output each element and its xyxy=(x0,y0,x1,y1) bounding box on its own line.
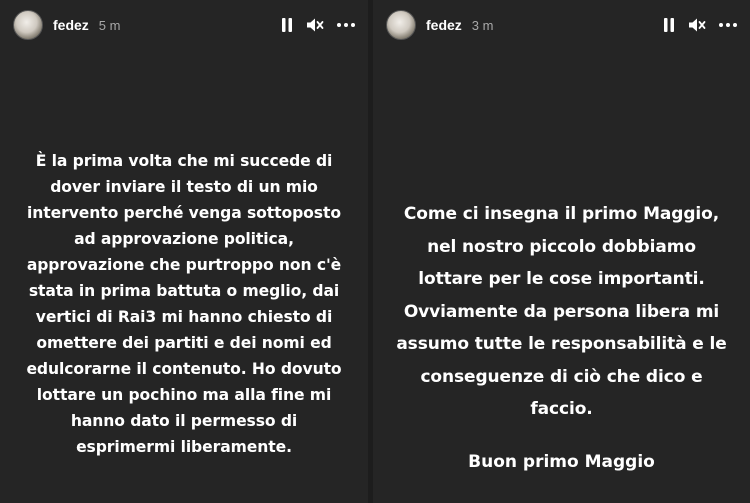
avatar[interactable] xyxy=(386,10,416,40)
story-text-line: approvazione che purtroppo non c'è xyxy=(26,256,342,274)
story-text: Come ci insegna il primo Maggio, nel nos… xyxy=(373,198,750,426)
username[interactable]: fedez xyxy=(53,17,89,33)
story-text-line: ad approvazione politica, xyxy=(74,230,294,248)
story-text-line: hanno dato il permesso di xyxy=(70,412,298,430)
story-text-line: esprimermi liberamente. xyxy=(76,438,292,456)
story-controls xyxy=(662,17,738,33)
pause-icon[interactable] xyxy=(280,17,294,33)
pause-icon[interactable] xyxy=(662,17,676,33)
story-text-line: Ovviamente da persona libera mi xyxy=(403,301,720,322)
story-card-left[interactable]: fedez 5 m È la prima volta che mi succed… xyxy=(0,0,368,503)
story-header: fedez 5 m xyxy=(0,0,368,50)
speaker-muted-icon[interactable] xyxy=(688,17,706,33)
story-text-line: nel nostro piccolo dobbiamo xyxy=(427,236,696,257)
stories-viewer: fedez 5 m È la prima volta che mi succed… xyxy=(0,0,750,503)
story-text-line: lottare un pochino ma alla fine mi xyxy=(36,386,332,404)
story-text-line: conseguenze di ciò che dico e xyxy=(420,366,703,387)
story-text-line: omettere dei partiti e dei nomi ed xyxy=(36,334,332,352)
story-text-line: edulcorarne il contenuto. Ho dovuto xyxy=(26,360,342,378)
story-text-line: vertici di Rai3 mi hanno chiesto di xyxy=(35,308,333,326)
story-text-line: stata in prima battuta o meglio, dai xyxy=(28,282,340,300)
story-text: È la prima volta che mi succede di dover… xyxy=(0,148,368,460)
story-text-line: dover inviare il testo di un mio xyxy=(50,178,318,196)
story-text-line: Come ci insegna il primo Maggio, xyxy=(403,204,720,224)
more-horizontal-icon[interactable] xyxy=(336,22,356,28)
username[interactable]: fedez xyxy=(426,17,462,33)
avatar[interactable] xyxy=(13,10,43,40)
story-text-line: lottare per le cose importanti. xyxy=(418,269,705,289)
story-time: 3 m xyxy=(471,17,494,33)
story-text-line: assumo tutte le responsabilità e le xyxy=(396,334,727,354)
story-text-line: intervento perché venga sottoposto xyxy=(27,204,341,222)
story-text-line: È la prima volta che mi succede di xyxy=(35,152,333,170)
story-text-line: faccio. xyxy=(530,399,593,419)
story-card-right[interactable]: fedez 3 m Come ci insegna il primo Maggi… xyxy=(373,0,750,503)
story-controls xyxy=(280,17,356,33)
story-time: 5 m xyxy=(98,17,121,33)
story-closing-text: Buon primo Maggio xyxy=(468,452,655,472)
more-horizontal-icon[interactable] xyxy=(718,22,738,28)
story-header: fedez 3 m xyxy=(373,0,750,50)
speaker-muted-icon[interactable] xyxy=(306,17,324,33)
